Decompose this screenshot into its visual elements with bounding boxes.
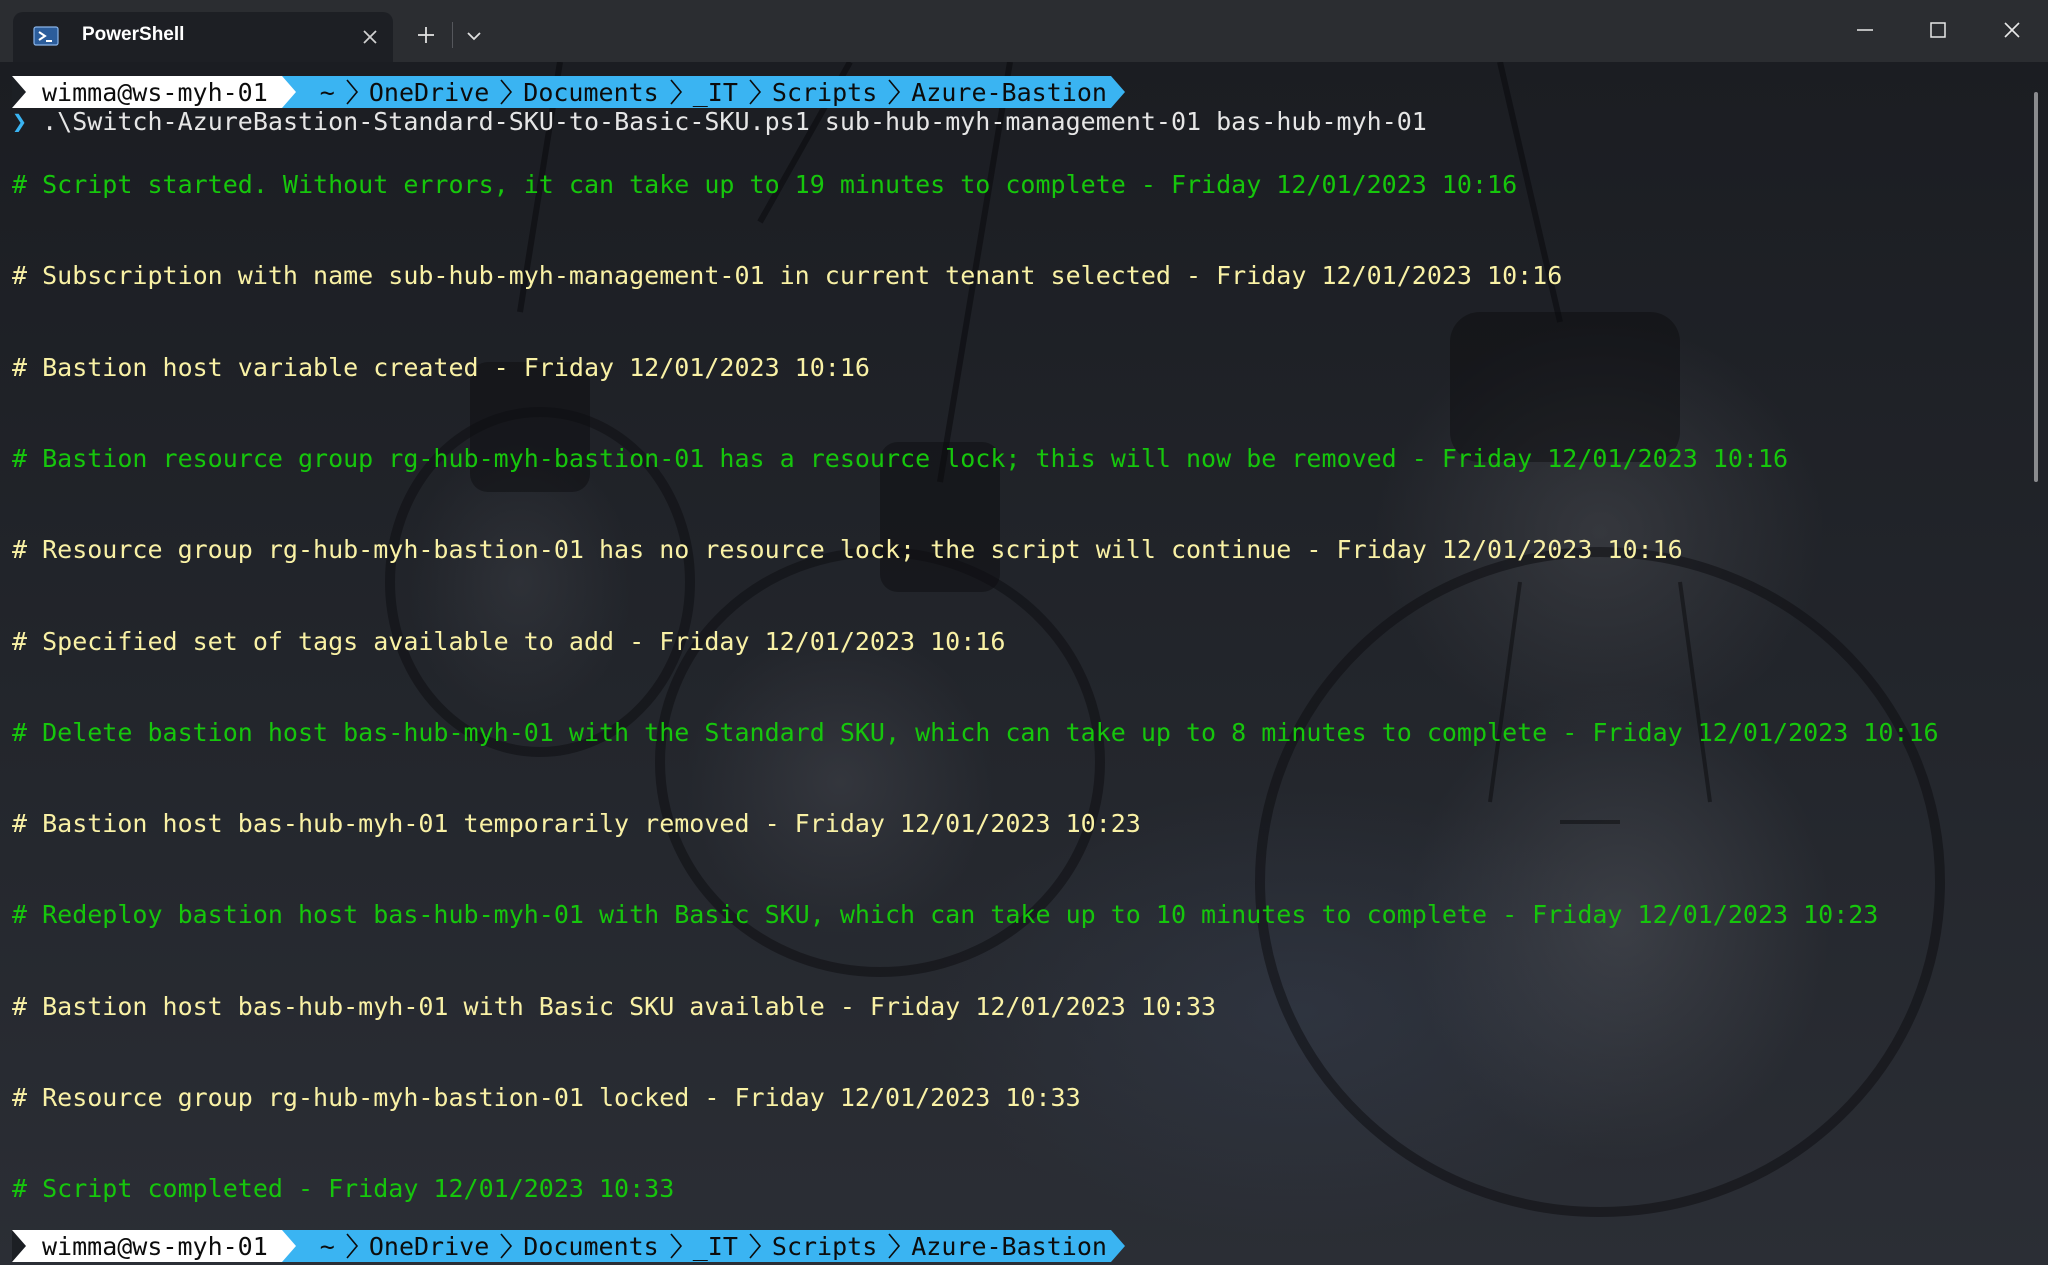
command-text: .\Switch-AzureBastion-Standard-SKU-to-Ba… (42, 107, 1427, 136)
tab-separator (452, 22, 453, 48)
path-azure-bastion: Azure-Bastion (911, 1231, 1107, 1261)
output-line: # Bastion resource group rg-hub-myh-bast… (12, 444, 1789, 473)
maximize-icon[interactable] (1926, 18, 1950, 42)
output-line: # Delete bastion host bas-hub-myh-01 wit… (12, 718, 1939, 747)
output-line: # Bastion host bas-hub-myh-01 with Basic… (12, 992, 1217, 1021)
chevron-right-icon (669, 1230, 683, 1262)
close-tab-icon[interactable] (359, 26, 381, 48)
path-scripts: Scripts (771, 77, 878, 107)
prompt-user: wimma@ws-myh-01 (42, 1231, 268, 1261)
prompt-segments: wimma@ws-myh-01 ~ OneDrive Documents _IT… (12, 1230, 1125, 1262)
scrollbar-thumb[interactable] (2034, 92, 2038, 482)
chevron-right-icon (499, 1230, 513, 1262)
path-scripts: Scripts (771, 1231, 878, 1261)
output-line: # Bastion host bas-hub-myh-01 temporaril… (12, 809, 1141, 838)
output-line: # Subscription with name sub-hub-myh-man… (12, 261, 1563, 290)
path-onedrive: OneDrive (368, 1231, 490, 1261)
chevron-right-icon (748, 76, 762, 108)
output-line: # Script completed - Friday 12/01/2023 1… (12, 1174, 675, 1203)
prompt-segments: wimma@ws-myh-01 ~ OneDrive Documents _IT… (12, 76, 1125, 108)
prompt-user-segment: wimma@ws-myh-01 (12, 1230, 282, 1262)
path-documents: Documents (523, 77, 659, 107)
prompt-user: wimma@ws-myh-01 (42, 77, 268, 107)
output-line: # Script started. Without errors, it can… (12, 170, 1518, 199)
path-documents: Documents (523, 1231, 659, 1261)
prompt-separator-icon (281, 1230, 296, 1262)
chevron-right-icon (887, 76, 901, 108)
prompt-separator-icon (281, 76, 296, 108)
path-azure-bastion: Azure-Bastion (911, 77, 1107, 107)
close-window-icon[interactable] (2000, 18, 2024, 42)
prompt-path-segment: ~ OneDrive Documents _IT Scripts Azure-B… (295, 76, 1111, 108)
new-tab-plus-icon[interactable] (415, 24, 437, 46)
powershell-icon (33, 25, 59, 47)
output-line: # Redeploy bastion host bas-hub-myh-01 w… (12, 900, 1879, 929)
tab-title: PowerShell (82, 24, 185, 45)
chevron-right-icon (887, 1230, 901, 1262)
path-home: ~ (319, 77, 335, 107)
path-it: _IT (692, 1231, 738, 1261)
tab-powershell[interactable]: PowerShell (13, 12, 393, 62)
command-line: ❯ .\Switch-AzureBastion-Standard-SKU-to-… (12, 107, 1427, 136)
output-line: # Resource group rg-hub-myh-bastion-01 h… (12, 535, 1683, 564)
title-bar: PowerShell (0, 0, 2048, 62)
chevron-right-icon (345, 1230, 359, 1262)
prompt-caret-icon: ❯ (12, 107, 28, 136)
prompt-end-arrow-icon (1110, 1230, 1125, 1262)
chevron-right-icon (669, 76, 683, 108)
output-line: # Bastion host variable created - Friday… (12, 353, 870, 382)
output-line: # Specified set of tags available to add… (12, 627, 1006, 656)
terminal-output-area[interactable]: wimma@ws-myh-01 ~ OneDrive Documents _IT… (0, 62, 2048, 1265)
prompt-end-arrow-icon (1110, 76, 1125, 108)
path-onedrive: OneDrive (368, 77, 490, 107)
output-line: # Resource group rg-hub-myh-bastion-01 l… (12, 1083, 1081, 1112)
chevron-down-icon[interactable] (465, 27, 483, 45)
path-home: ~ (319, 1231, 335, 1261)
chevron-right-icon (345, 76, 359, 108)
minimize-icon[interactable] (1853, 18, 1877, 42)
path-it: _IT (692, 77, 738, 107)
prompt-user-segment: wimma@ws-myh-01 (12, 76, 282, 108)
chevron-right-icon (748, 1230, 762, 1262)
prompt-path-segment: ~ OneDrive Documents _IT Scripts Azure-B… (295, 1230, 1111, 1262)
chevron-right-icon (499, 76, 513, 108)
